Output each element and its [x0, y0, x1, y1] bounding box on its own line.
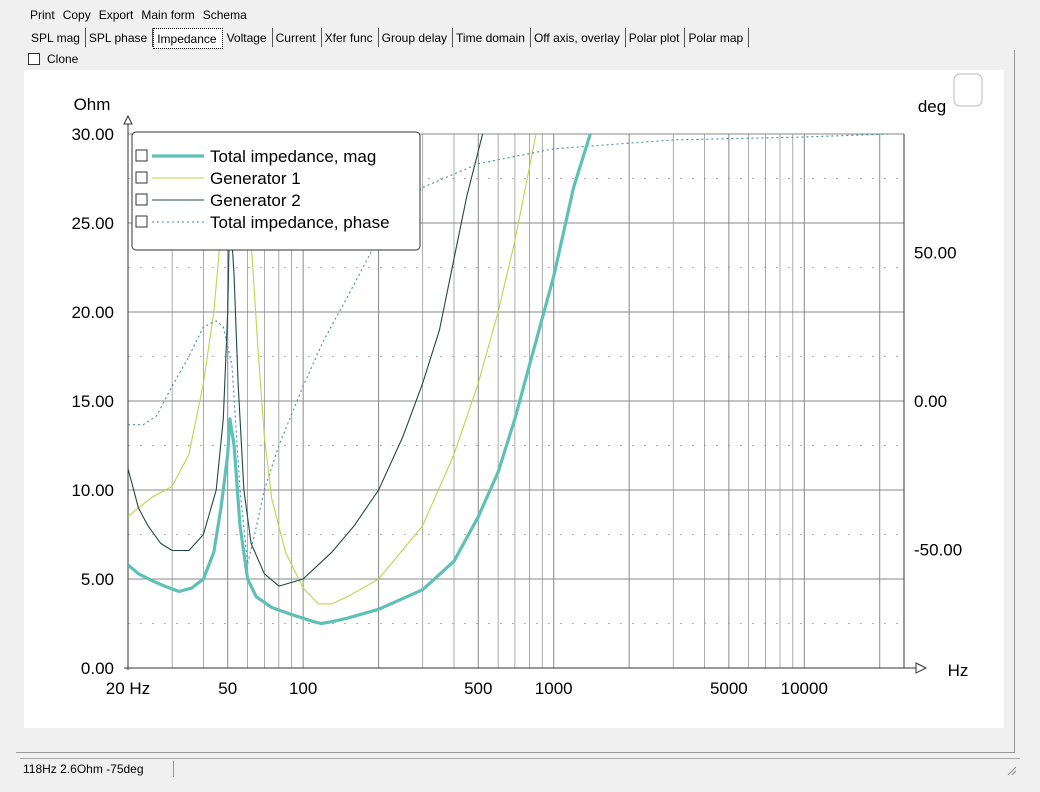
- legend-label: Generator 1: [210, 169, 301, 188]
- y-right-tick-label: 50.00: [914, 244, 957, 263]
- y-left-tick-label: 15.00: [71, 392, 114, 411]
- y-left-tick-label: 0.00: [81, 659, 114, 678]
- x-tick-label: 500: [464, 679, 492, 698]
- legend-label: Generator 2: [210, 191, 301, 210]
- legend-checkbox: [135, 215, 148, 228]
- legend-label: Total impedance, mag: [210, 147, 376, 166]
- status-bar: 118Hz 2.6Ohm -75deg: [20, 758, 1020, 777]
- impedance-chart: 20 Hz 50 100 500 1000 5000 10000 0.00 5.00 10.00 1…: [71, 73, 983, 698]
- x-axis-arrow-icon: [915, 662, 928, 674]
- corner-button: [953, 73, 983, 107]
- x-tick-label: 5000: [710, 679, 748, 698]
- y-right-tick-label: -50.00: [914, 540, 962, 559]
- x-axis-label: Hz: [948, 661, 969, 680]
- y-left-tick-label: 5.00: [81, 570, 114, 589]
- y-left-tick-label: 10.00: [71, 481, 114, 500]
- x-tick-label: 10000: [781, 679, 828, 698]
- y-right-tick-label: 0.00: [914, 392, 947, 411]
- x-tick-label: 50: [218, 679, 237, 698]
- x-tick-label: 1000: [535, 679, 573, 698]
- resize-grip-icon[interactable]: [1006, 765, 1016, 775]
- x-tick-label: 100: [289, 679, 317, 698]
- y-left-tick-label: 25.00: [71, 214, 114, 233]
- y-left-tick-label: 20.00: [71, 303, 114, 322]
- x-tick-label: 20 Hz: [106, 679, 150, 698]
- status-separator: [173, 761, 174, 777]
- y-left-axis-label: Ohm: [74, 95, 111, 114]
- legend-checkbox: [135, 149, 148, 162]
- status-text: 118Hz 2.6Ohm -75deg: [23, 762, 144, 776]
- y-axis-arrow-icon: [123, 114, 133, 125]
- y-right-axis-label: deg: [918, 97, 946, 116]
- y-left-tick-label: 30.00: [71, 125, 114, 144]
- legend-label: Total impedance, phase: [210, 213, 390, 232]
- legend-checkbox: [135, 171, 148, 184]
- legend-checkbox: [135, 193, 148, 206]
